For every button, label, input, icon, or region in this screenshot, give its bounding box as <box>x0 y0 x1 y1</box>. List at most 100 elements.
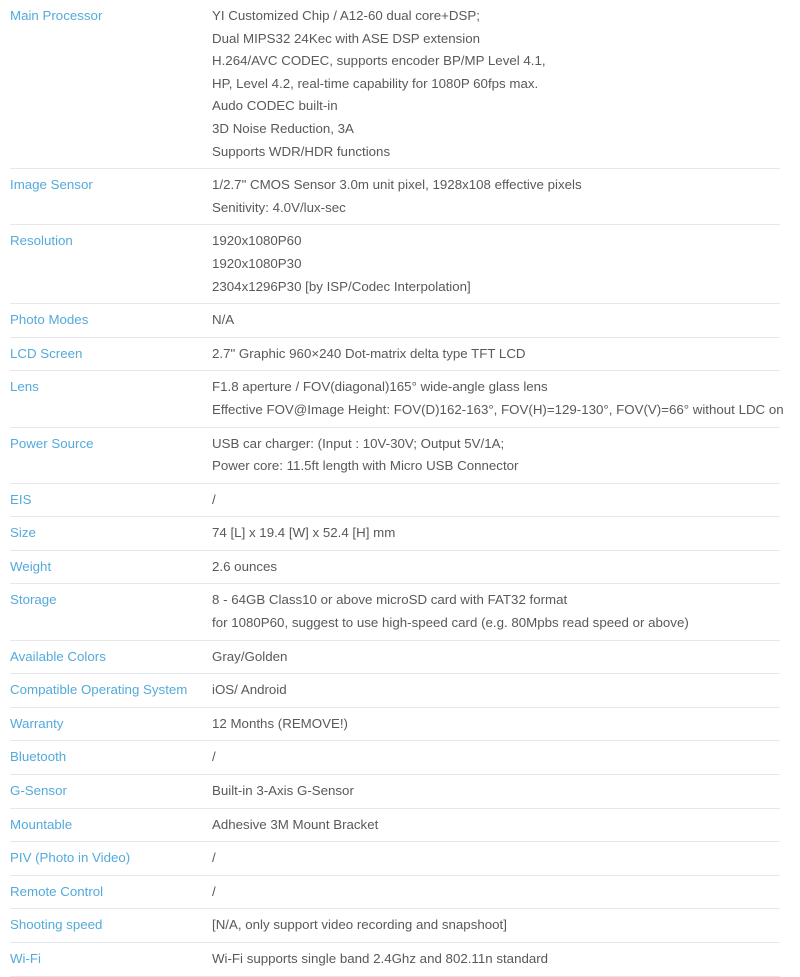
spec-label-text: Image Sensor <box>10 177 93 193</box>
spec-value-cell: 1920x1080P60 1920x1080P30 2304x1296P30 [by… <box>210 224 780 305</box>
spec-row: Warranty 12 Months (REMOVE!) <box>10 707 780 742</box>
spec-label-text: Photo Modes <box>10 312 89 328</box>
spec-value-line: H.264/AVC CODEC, supports encoder BP/MP … <box>212 53 546 69</box>
spec-row: EIS / <box>10 483 780 518</box>
spec-label-text: LCD Screen <box>10 345 83 361</box>
spec-row: LCD Screen 2.7" Graphic 960×240 Dot-matri… <box>10 337 780 372</box>
spec-label-cell: Photo Modes <box>10 303 210 338</box>
spec-value-line: Effective FOV@Image Height: FOV(D)162-16… <box>212 401 784 417</box>
spec-label-text: Resolution <box>10 233 73 249</box>
spec-value-line: 8 - 64GB Class10 or above microSD card w… <box>212 592 568 608</box>
specification-table-body: Main Processor YI Customized Chip / A12-6… <box>10 0 784 977</box>
spec-value-line: 1920x1080P30 <box>212 255 302 271</box>
spec-value-cell: iOS/ Android <box>210 673 780 708</box>
spec-label-cell: Power Source <box>10 427 210 484</box>
spec-value-cell: Adhesive 3M Mount Bracket <box>210 808 780 843</box>
spec-value-cell: 74 [L] x 19.4 [W] x 52.4 [H] mm <box>210 516 780 551</box>
spec-value-cell: / <box>210 740 780 776</box>
spec-label-text: EIS <box>10 491 32 507</box>
spec-label-text: Warranty <box>10 715 64 731</box>
spec-row: Weight 2.6 ounces <box>10 550 780 585</box>
spec-label-cell: Resolution <box>10 224 210 305</box>
spec-label-text: Main Processor <box>10 8 103 23</box>
spec-row: Resolution 1920x1080P60 1920x1080P30 2304x1… <box>10 224 780 305</box>
spec-value-line: 2304x1296P30 [by ISP/Codec Interpolation… <box>212 278 471 294</box>
spec-label-text: Remote Control <box>10 883 104 899</box>
spec-label-text: Storage <box>10 592 57 608</box>
spec-value-line: N/A <box>212 312 235 328</box>
spec-value-line: HP, Level 4.2, real-time capability for … <box>212 75 539 91</box>
spec-value-cell: 2.7" Graphic 960×240 Dot-matrix delta ty… <box>210 337 780 372</box>
spec-label-text: Shooting speed <box>10 917 103 933</box>
spec-value-cell: YI Customized Chip / A12-60 dual core+DS… <box>210 0 780 170</box>
spec-label-cell: Remote Control <box>10 875 210 910</box>
spec-label-text: Bluetooth <box>10 749 67 765</box>
spec-label-cell: Wi-Fi <box>10 942 210 977</box>
spec-value-line: Power core: 11.5ft length with Micro USB… <box>212 458 519 474</box>
spec-value-line: 1920x1080P60 <box>212 233 302 249</box>
spec-row: Compatible Operating System iOS/ Android <box>10 673 780 708</box>
spec-label-text: Weight <box>10 558 52 574</box>
spec-value-line: USB car charger: (Input : 10V-30V; Outpu… <box>212 435 505 451</box>
spec-value-line: / <box>212 491 216 507</box>
spec-value-line: / <box>212 749 216 765</box>
spec-label-text: Compatible Operating System <box>10 682 188 698</box>
spec-value-cell: 12 Months (REMOVE!) <box>210 707 780 742</box>
spec-value-cell: 1/2.7" CMOS Sensor 3.0m unit pixel, 1928… <box>210 168 780 226</box>
spec-label-text: PIV (Photo in Video) <box>10 850 131 866</box>
spec-label-cell: LCD Screen <box>10 337 210 372</box>
spec-row: Wi-Fi Wi-Fi supports single band 2.4Ghz a… <box>10 942 780 977</box>
spec-row: Bluetooth / <box>10 740 780 776</box>
spec-value-cell: USB car charger: (Input : 10V-30V; Outpu… <box>210 427 780 484</box>
spec-label-cell: Bluetooth <box>10 740 210 776</box>
spec-value-line: / <box>212 883 216 899</box>
spec-value-cell: / <box>210 841 780 876</box>
spec-value-line: Audo CODEC built-in <box>212 98 338 114</box>
spec-row: Storage 8 - 64GB Class10 or above microSD… <box>10 583 780 641</box>
spec-value-line: Wi-Fi supports single band 2.4Ghz and 80… <box>212 951 549 966</box>
spec-label-cell: Warranty <box>10 707 210 742</box>
spec-label-cell: PIV (Photo in Video) <box>10 841 210 876</box>
spec-value-cell: / <box>210 483 780 518</box>
spec-label-text: Mountable <box>10 816 73 832</box>
spec-label-cell: Mountable <box>10 808 210 843</box>
spec-row: Main Processor YI Customized Chip / A12-6… <box>10 0 780 170</box>
spec-label-cell: Weight <box>10 550 210 585</box>
spec-row: Shooting speed [N/A, only support video r… <box>10 908 780 943</box>
spec-row: G-Sensor Built-in 3-Axis G-Sensor <box>10 774 780 809</box>
spec-label-cell: EIS <box>10 483 210 518</box>
spec-row: Power Source USB car charger: (Input : 10… <box>10 427 780 484</box>
spec-value-line: Dual MIPS32 24Kec with ASE DSP extension <box>212 30 481 46</box>
spec-label-cell: G-Sensor <box>10 774 210 809</box>
spec-value-line: iOS/ Android <box>212 682 287 698</box>
spec-value-line: 74 [L] x 19.4 [W] x 52.4 [H] mm <box>212 525 396 541</box>
spec-value-cell: Wi-Fi supports single band 2.4Ghz and 80… <box>210 942 780 977</box>
spec-row: PIV (Photo in Video) / <box>10 841 780 876</box>
spec-value-cell: N/A <box>210 303 780 338</box>
spec-value-cell: / <box>210 875 780 910</box>
specification-table: Main Processor YI Customized Chip / A12-6… <box>10 0 784 977</box>
spec-row: Image Sensor 1/2.7" CMOS Sensor 3.0m unit… <box>10 168 780 226</box>
spec-label-cell: Compatible Operating System <box>10 673 210 708</box>
spec-label-text: Wi-Fi <box>10 951 42 966</box>
spec-label-cell: Storage <box>10 583 210 641</box>
spec-value-cell: [N/A, only support video recording and s… <box>210 908 780 943</box>
spec-value-line: Senitivity: 4.0V/lux-sec <box>212 199 346 215</box>
spec-label-text: Size <box>10 525 36 541</box>
spec-label-cell: Shooting speed <box>10 908 210 943</box>
spec-label-text: Power Source <box>10 435 94 451</box>
spec-label-cell: Lens <box>10 370 210 428</box>
spec-value-cell: F1.8 aperture / FOV(diagonal)165° wide-a… <box>210 370 784 428</box>
spec-value-cell: Built-in 3-Axis G-Sensor <box>210 774 780 809</box>
spec-label-cell: Main Processor <box>10 0 210 170</box>
spec-value-line: Adhesive 3M Mount Bracket <box>212 816 379 832</box>
spec-row: Size 74 [L] x 19.4 [W] x 52.4 [H] mm <box>10 516 780 551</box>
spec-label-text: Lens <box>10 379 39 395</box>
spec-value-line: 1/2.7" CMOS Sensor 3.0m unit pixel, 1928… <box>212 177 582 193</box>
spec-value-cell: 2.6 ounces <box>210 550 780 585</box>
spec-row: Photo Modes N/A <box>10 303 780 338</box>
spec-row: Remote Control / <box>10 875 780 910</box>
spec-value-line: Built-in 3-Axis G-Sensor <box>212 783 354 799</box>
spec-value-line: Supports WDR/HDR functions <box>212 143 391 159</box>
spec-value-line: [N/A, only support video recording and s… <box>212 917 507 933</box>
